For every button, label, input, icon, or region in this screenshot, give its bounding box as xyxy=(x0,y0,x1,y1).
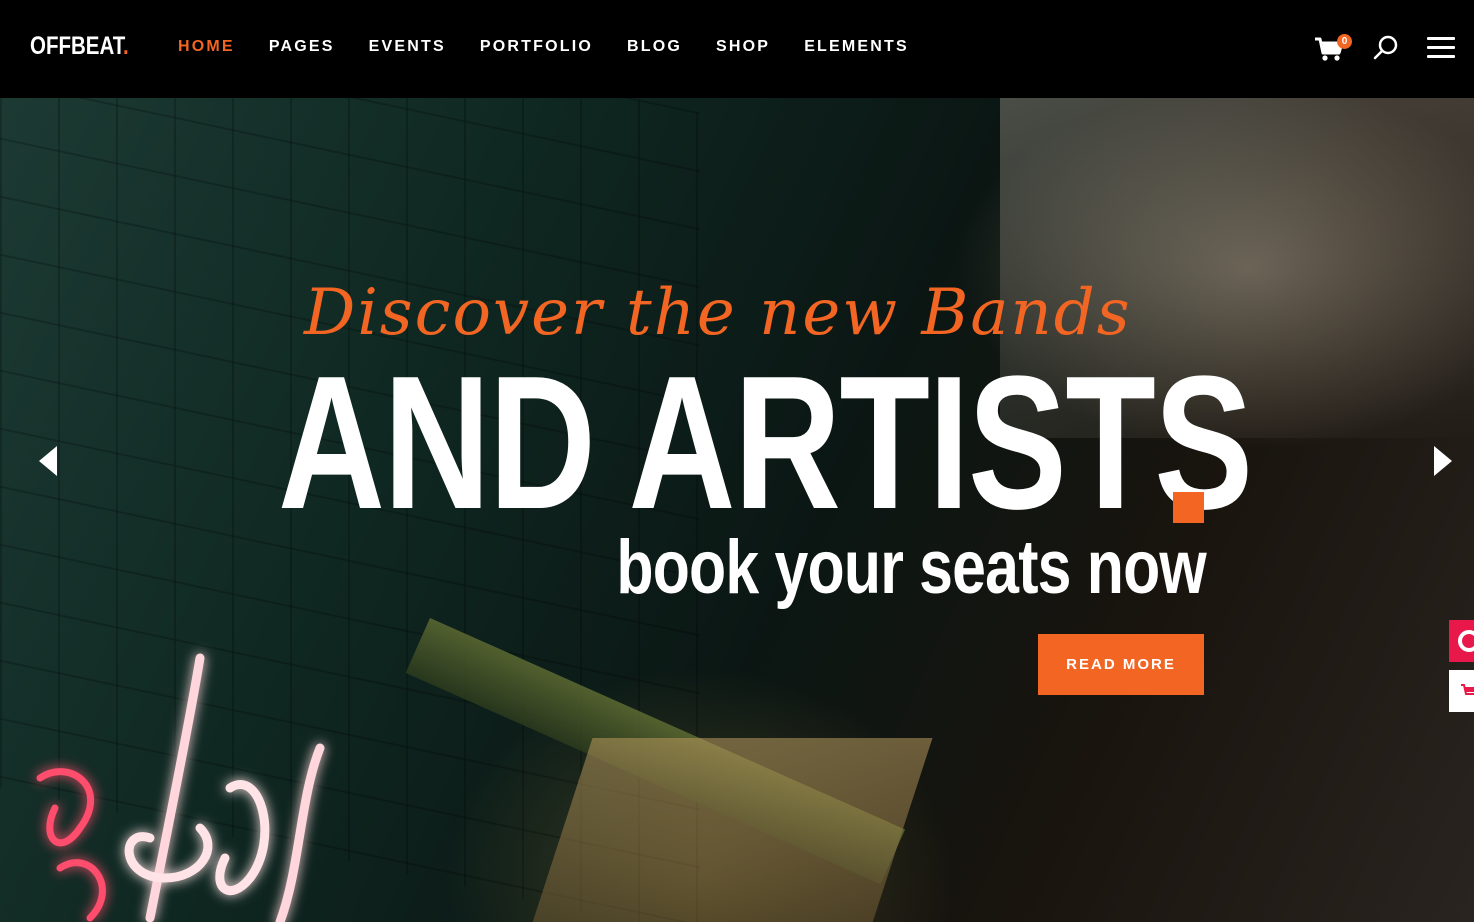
site-logo[interactable]: OFFBEAT. xyxy=(30,32,129,61)
hero-slider: Discover the new Bands AND ARTISTS book … xyxy=(0,98,1474,922)
nav-item-elements[interactable]: ELEMENTS xyxy=(804,38,909,56)
hero-headline: AND ARTISTS xyxy=(278,337,1253,549)
main-nav: HOME PAGES EVENTS PORTFOLIO BLOG SHOP EL… xyxy=(178,38,943,56)
logo-text: OFFBEAT xyxy=(30,32,124,60)
side-tab-demo[interactable] xyxy=(1449,620,1474,662)
doorway-background xyxy=(527,738,933,922)
site-header: OFFBEAT. HOME PAGES EVENTS PORTFOLIO BLO… xyxy=(0,0,1474,98)
nav-item-pages[interactable]: PAGES xyxy=(269,38,335,56)
slider-prev-arrow-icon[interactable] xyxy=(37,444,59,478)
search-icon[interactable] xyxy=(1372,34,1400,62)
logo-dot: . xyxy=(123,32,129,60)
cart-small-icon xyxy=(1461,684,1474,695)
neon-sign-image xyxy=(36,653,325,922)
menu-icon[interactable] xyxy=(1427,37,1455,59)
cart-count-badge: 0 xyxy=(1337,34,1352,49)
nav-item-blog[interactable]: BLOG xyxy=(627,38,682,56)
side-tab-buy[interactable] xyxy=(1449,670,1474,712)
nav-item-shop[interactable]: SHOP xyxy=(716,38,770,56)
lifebuoy-icon xyxy=(1458,630,1474,652)
nav-item-home[interactable]: HOME xyxy=(178,38,235,56)
hero-subheadline: book your seats now xyxy=(616,525,1206,610)
headline-accent-dot xyxy=(1173,492,1204,523)
nav-item-events[interactable]: EVENTS xyxy=(369,38,446,56)
slider-next-arrow-icon[interactable] xyxy=(1432,444,1454,478)
nav-item-portfolio[interactable]: PORTFOLIO xyxy=(480,38,593,56)
read-more-button[interactable]: READ MORE xyxy=(1038,634,1204,695)
